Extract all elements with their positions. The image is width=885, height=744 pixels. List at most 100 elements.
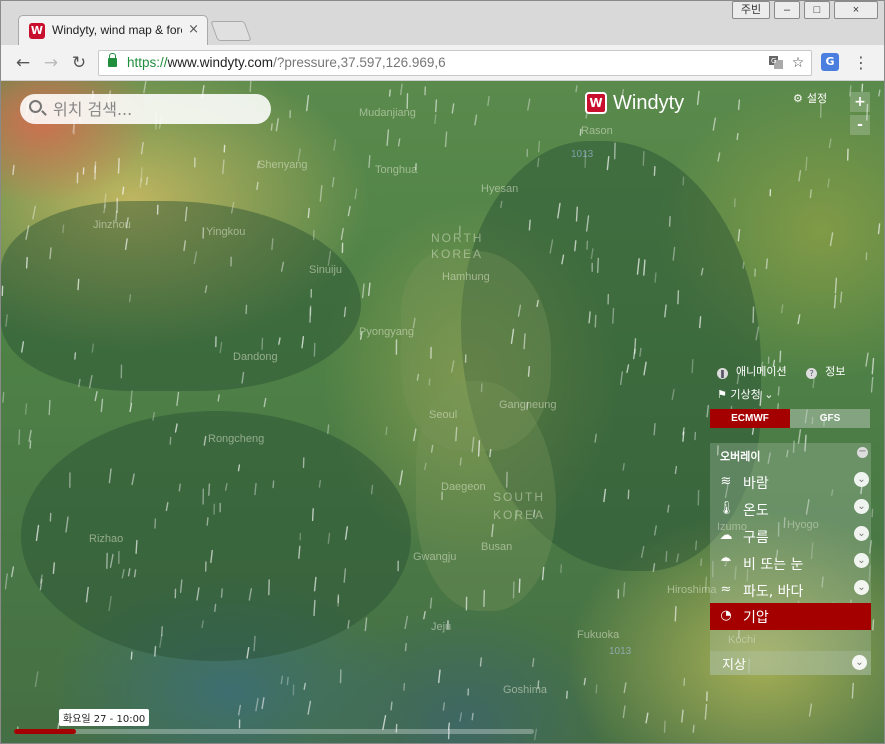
timeline-track[interactable] (14, 729, 534, 734)
map-place-label: Tonghua (375, 164, 418, 176)
gear-icon: ⚙ (793, 91, 803, 105)
zoom-in-button[interactable]: + (850, 92, 870, 112)
source-selector[interactable]: ⚑ 기상청 ⌄ (717, 386, 773, 402)
map-place-label: Rongcheng (208, 433, 265, 445)
map-place-label: Seoul (429, 409, 458, 421)
map-place-label: Goshima (503, 684, 548, 696)
map-place-label: Yingkou (206, 226, 246, 238)
overlay-item-clouds[interactable]: ☁ 구름 ⌄ (710, 523, 871, 549)
back-arrow-icon[interactable]: ← (13, 53, 33, 73)
browser-window: W Windyty, wind map & forecast × 주빈 – □ … (0, 0, 885, 744)
chevron-down-icon[interactable]: ⌄ (854, 472, 869, 487)
forward-arrow-icon[interactable]: → (41, 53, 61, 73)
pressure-gauge-icon: ◔ (720, 608, 732, 623)
tab-strip: W Windyty, wind map & forecast × 주빈 – □ … (1, 1, 884, 45)
map-place-label: Busan (481, 541, 513, 553)
window-close-button[interactable]: × (834, 1, 878, 19)
browser-menu-icon[interactable]: ⋮ (853, 53, 869, 73)
map-place-label: Gangneung (499, 399, 557, 411)
map-place-label: 1013 (609, 646, 632, 657)
thermometer-icon: 🌡 (718, 501, 735, 516)
translate-icon[interactable]: G (767, 54, 785, 72)
maximize-button[interactable]: □ (804, 1, 830, 19)
chevron-down-icon[interactable]: ⌄ (852, 655, 867, 670)
tab-close-icon[interactable]: × (188, 22, 199, 37)
url-path: /?pressure,37.597,126.969,6 (273, 55, 446, 70)
chevron-down-icon[interactable]: ⌄ (854, 553, 869, 568)
overlay-item-pressure[interactable]: ◔ 기압 (710, 603, 871, 630)
map-place-label: Fukuoka (577, 629, 620, 641)
pause-icon: ❚ (717, 368, 728, 379)
location-search[interactable] (20, 94, 271, 124)
rain-icon: ☂ (720, 555, 732, 570)
svg-text:G: G (771, 57, 776, 65)
brand-name: Windyty (613, 91, 685, 114)
map-place-label: Hyesan (481, 183, 519, 195)
model-gfs-button[interactable]: GFS (790, 409, 870, 428)
animation-label: 애니메이션 (736, 365, 787, 378)
chevron-down-icon[interactable]: ⌄ (854, 499, 869, 514)
search-input[interactable] (53, 98, 263, 120)
url-scheme: https:// (127, 55, 168, 70)
overlay-panel: 오버레이 − ≋ 바람 ⌄ 🌡 온도 ⌄ ☁ 구름 ⌄ ☂ 비 또는 눈 ⌄ ≈… (710, 443, 871, 675)
wind-icon: ≋ (720, 474, 732, 489)
overlay-label: 온도 (743, 503, 769, 519)
zoom-out-button[interactable]: - (850, 115, 870, 135)
overlay-item-wind[interactable]: ≋ 바람 ⌄ (710, 469, 871, 495)
windyty-logo[interactable]: W Windyty (585, 90, 684, 116)
timeline-label: 화요일 27 - 10:00 (59, 709, 150, 726)
flag-icon: ⚑ (717, 388, 727, 401)
map-place-label: SOUTH (493, 490, 545, 504)
map-place-label: KOREA (493, 508, 546, 522)
chevron-down-icon[interactable]: ⌄ (854, 580, 869, 595)
overlay-item-rain-snow[interactable]: ☂ 비 또는 눈 ⌄ (710, 550, 871, 576)
overlay-label: 바람 (743, 476, 769, 492)
map-place-label: Sinuiju (309, 264, 343, 276)
level-label: 지상 (722, 658, 746, 673)
overlay-item-waves[interactable]: ≈ 파도, 바다 ⌄ (710, 577, 871, 603)
info-icon: ? (806, 368, 818, 379)
browser-toolbar: ← → ↻ https://www.windyty.com/?pressure,… (1, 45, 884, 81)
level-selector[interactable]: 지상 ⌄ (710, 651, 871, 675)
profile-button[interactable]: 주빈 (732, 1, 770, 19)
model-ecmwf-button[interactable]: ECMWF (710, 409, 790, 428)
reload-icon[interactable]: ↻ (69, 53, 89, 73)
animation-link[interactable]: ❚ 애니메이션 (717, 365, 795, 379)
model-switch: ECMWF GFS (710, 409, 870, 428)
chevron-down-icon[interactable]: ⌄ (854, 526, 869, 541)
collapse-icon[interactable]: − (857, 447, 868, 458)
info-link[interactable]: ? 정보 (806, 365, 853, 379)
minimize-button[interactable]: – (774, 1, 800, 19)
address-bar[interactable]: https://www.windyty.com/?pressure,37.597… (98, 50, 812, 76)
map-place-label: Jeju (431, 621, 452, 633)
chevron-down-icon: ⌄ (764, 388, 774, 401)
google-translate-extension-icon[interactable]: G (821, 53, 839, 71)
settings-button[interactable]: ⚙ 설정 (793, 90, 827, 106)
timeline (1, 725, 884, 743)
source-label: 기상청 (730, 388, 761, 401)
bookmark-star-icon[interactable]: ☆ (789, 54, 807, 72)
windyty-favicon: W (29, 23, 45, 39)
settings-label: 설정 (806, 92, 828, 105)
search-icon (29, 100, 42, 113)
panel-links: ❚ 애니메이션 ? 정보 (717, 363, 861, 379)
map-viewport[interactable]: NORTH KOREA SOUTH KOREA Pyongyang Hamhung Seou… (1, 81, 884, 743)
timeline-progress[interactable] (14, 729, 77, 734)
overlay-item-temperature[interactable]: 🌡 온도 ⌄ (710, 496, 871, 522)
map-place-label: NORTH (431, 231, 484, 245)
map-place-label: Hamhung (442, 271, 490, 283)
new-tab-button[interactable] (210, 21, 252, 41)
overlay-label: 구름 (743, 530, 769, 546)
tab-windyty[interactable]: W Windyty, wind map & forecast × (18, 15, 208, 45)
overlay-label: 기압 (743, 610, 769, 626)
map-place-label: Shenyang (258, 159, 308, 171)
map-place-label: Daegeon (441, 481, 486, 493)
overlay-title: 오버레이 (720, 450, 761, 463)
map-place-label: Rizhao (89, 533, 124, 545)
lock-icon (108, 53, 117, 67)
map-place-label: KOREA (431, 247, 484, 261)
tab-title: Windyty, wind map & forecast (52, 23, 182, 37)
map-place-label: Gwangju (413, 551, 457, 563)
url-text[interactable]: https://www.windyty.com/?pressure,37.597… (127, 55, 446, 70)
cloud-icon: ☁ (719, 528, 733, 543)
